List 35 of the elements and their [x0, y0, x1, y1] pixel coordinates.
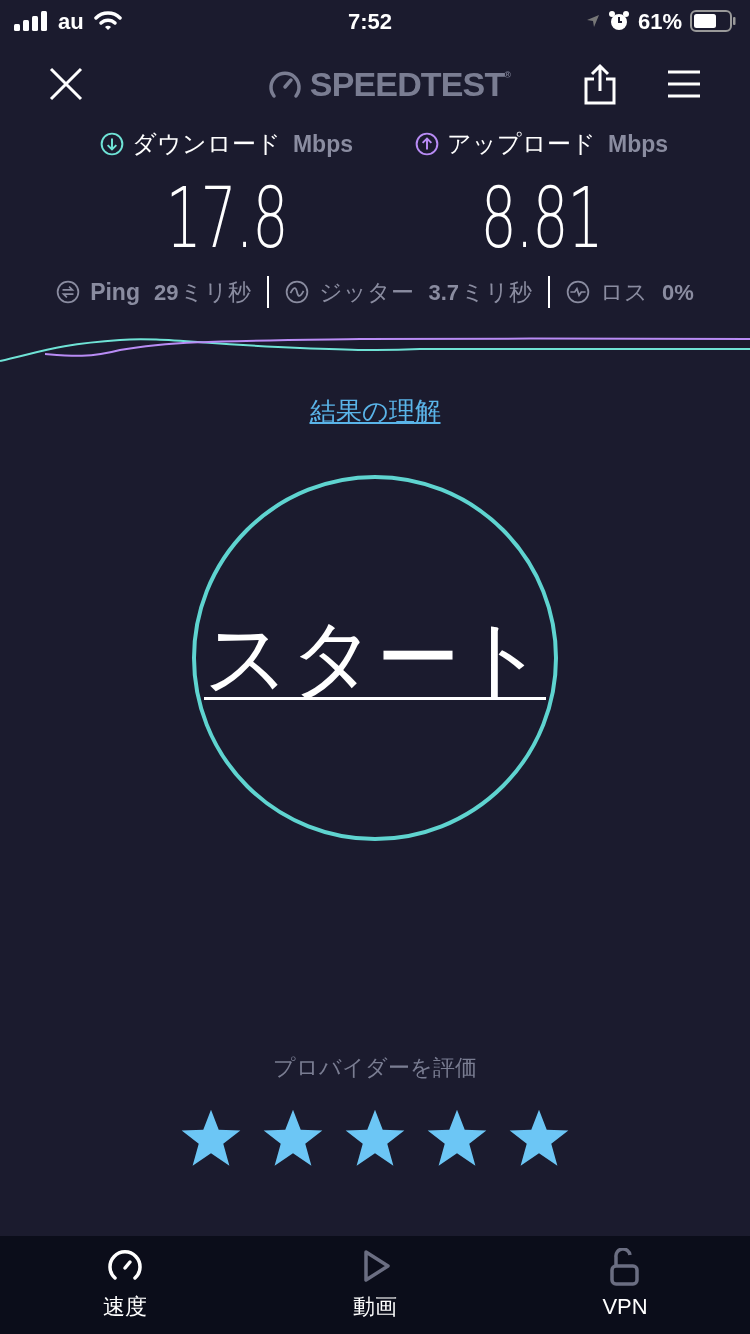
ping-icon: [56, 280, 81, 304]
stat-label: ロス: [600, 277, 649, 307]
stat-unit: ミリ秒: [180, 277, 252, 307]
share-button[interactable]: [584, 62, 618, 106]
carrier-name: au: [58, 7, 84, 36]
metric-value: 17.8: [165, 176, 288, 260]
metric-value: 8.81: [480, 176, 603, 260]
metric-unit: Mbps: [292, 129, 353, 159]
battery-percent: 61%: [637, 7, 682, 36]
pulse-icon: [566, 280, 591, 304]
tab[interactable]: 動画: [250, 1236, 500, 1334]
wifi-icon: [93, 11, 122, 31]
metric-label: アップロード: [447, 129, 596, 159]
stat-label: ジッター: [319, 277, 415, 307]
close-button[interactable]: [48, 66, 84, 102]
alarm-icon: [607, 10, 630, 32]
start-button[interactable]: スタート: [192, 475, 558, 841]
tab[interactable]: VPN: [500, 1236, 750, 1334]
stat-value: 3.7: [428, 278, 460, 307]
stat-value: 0%: [662, 278, 694, 307]
signal-icon: [14, 11, 48, 31]
speedtest-logo: SPEEDTEST$^{®}$: [309, 63, 511, 105]
rating-label: プロバイダーを評価: [273, 1054, 477, 1082]
tab[interactable]: 速度: [0, 1236, 250, 1334]
results-link[interactable]: 結果の理解: [309, 392, 441, 431]
wave-icon: [285, 280, 310, 304]
metric-unit: Mbps: [608, 129, 669, 159]
stat-value: 29: [154, 278, 179, 307]
stat-label: Ping: [90, 277, 140, 307]
battery-icon: [690, 10, 736, 32]
clock-time: 7:52: [348, 7, 393, 36]
metric-label: ダウンロード: [131, 129, 281, 159]
location-icon: [585, 14, 600, 28]
stat-unit: ミリ秒: [461, 277, 533, 307]
gauge-icon: [267, 69, 302, 99]
